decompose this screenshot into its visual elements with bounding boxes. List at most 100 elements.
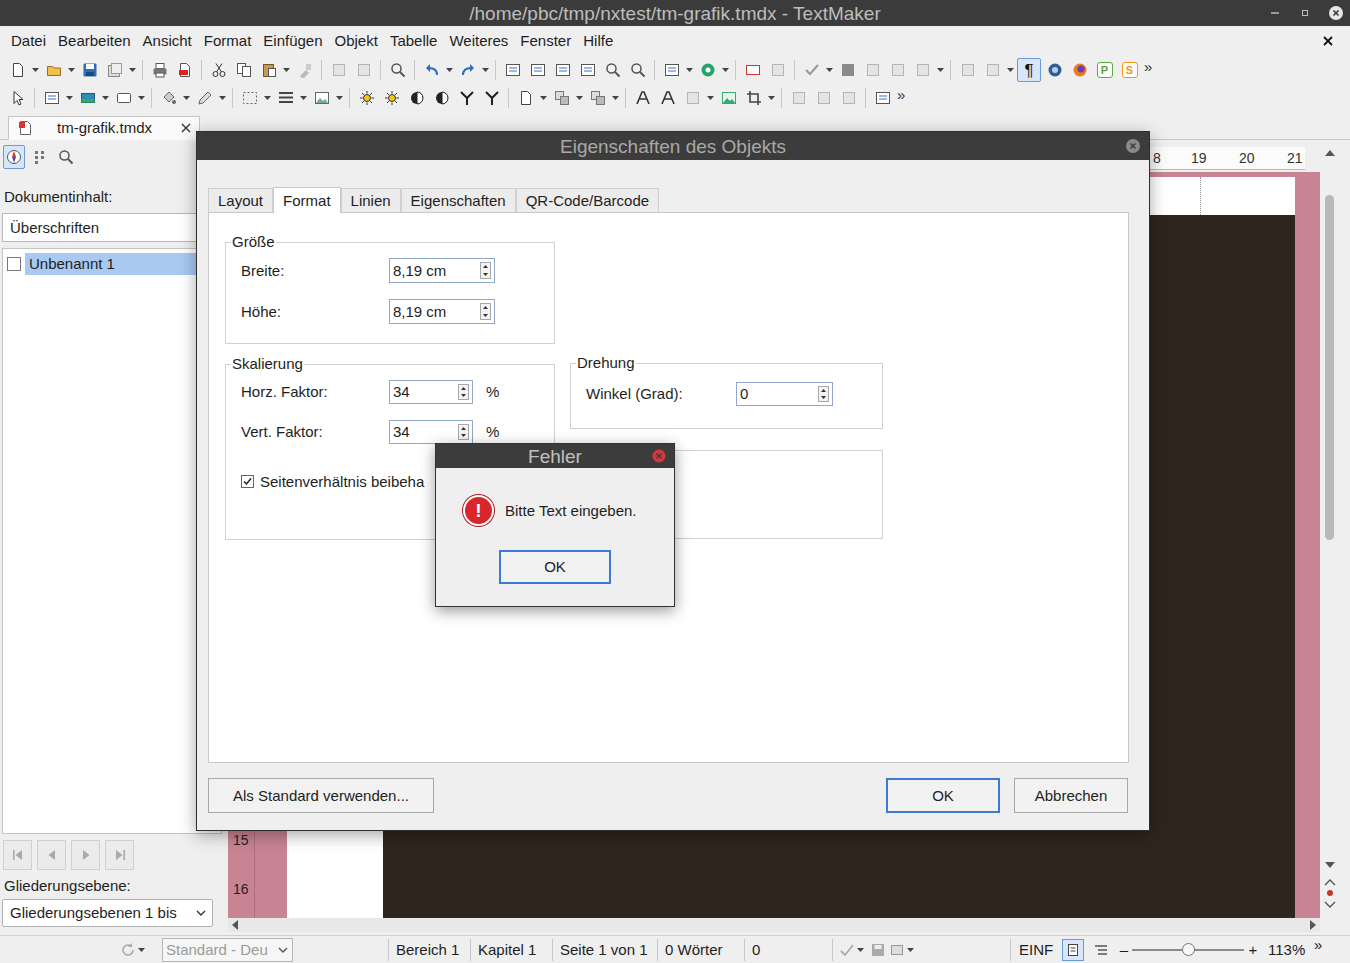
toolbar-button[interactable] — [77, 58, 102, 82]
toolbar-button[interactable] — [799, 58, 824, 82]
toolbar-button[interactable] — [39, 86, 64, 110]
dialog-tab[interactable]: QR-Code/Barcode — [516, 188, 659, 212]
toolbar-button[interactable] — [870, 86, 895, 110]
outline-level-dropdown[interactable]: Gliederungsebenen 1 bis — [2, 899, 213, 927]
toolbar-button[interactable] — [625, 58, 650, 82]
menu-item[interactable]: Tabelle — [390, 31, 438, 51]
spin-buttons[interactable] — [818, 386, 829, 402]
dialog-button[interactable]: Abbrechen — [1014, 778, 1128, 813]
vertical-scrollbar[interactable] — [1320, 140, 1340, 935]
toolbar-button[interactable] — [680, 86, 705, 110]
toolbar-button[interactable] — [326, 58, 351, 82]
insert-mode[interactable]: EINF — [1010, 939, 1062, 961]
scroll-down-icon[interactable] — [1325, 862, 1335, 868]
toolbar-button[interactable] — [147, 58, 172, 82]
menu-item[interactable]: Fenster — [520, 31, 571, 51]
navigation-button[interactable] — [71, 840, 100, 870]
toolbar-button[interactable] — [292, 58, 317, 82]
toolbar-button[interactable] — [910, 58, 935, 82]
toolbar-button[interactable] — [740, 58, 765, 82]
toolbar-button[interactable] — [419, 58, 444, 82]
error-close-button[interactable] — [652, 449, 666, 463]
toolbar-button[interactable] — [500, 58, 525, 82]
toolbar-button[interactable] — [351, 58, 376, 82]
toolbar-button[interactable] — [811, 86, 836, 110]
spin-buttons[interactable] — [458, 424, 469, 440]
maximize-icon[interactable] — [1298, 6, 1312, 20]
toolbar-button[interactable] — [206, 58, 231, 82]
document-tab[interactable]: tm-grafik.tmdx — [8, 116, 200, 140]
toolbar-button[interactable] — [525, 58, 550, 82]
toolbar-button[interactable] — [630, 86, 655, 110]
toolbar-button[interactable] — [172, 58, 197, 82]
zoom-value[interactable]: 113% — [1262, 941, 1314, 959]
toolbar-button[interactable] — [741, 86, 766, 110]
navigation-button[interactable] — [3, 840, 32, 870]
toolbar-overflow[interactable]: » — [1144, 59, 1152, 74]
toolbar-button[interactable] — [980, 58, 1005, 82]
dialog-tab[interactable]: Eigenschaften — [401, 188, 516, 212]
toolbar-button[interactable] — [659, 58, 684, 82]
toolbar-button[interactable] — [75, 86, 100, 110]
dialog-button[interactable]: OK — [886, 778, 1000, 813]
menu-item[interactable]: Weiteres — [449, 31, 508, 51]
navigation-button[interactable] — [105, 840, 134, 870]
toolbar-button[interactable]: S — [1117, 58, 1142, 82]
close-document-icon[interactable] — [1322, 35, 1334, 47]
dialog-tab[interactable]: Linien — [341, 188, 401, 212]
sidebar-tab[interactable] — [3, 145, 25, 169]
toolbar-button[interactable] — [575, 58, 600, 82]
menu-item[interactable]: Hilfe — [583, 31, 613, 51]
toolbar-button[interactable] — [836, 86, 861, 110]
toolbar-button[interactable] — [5, 58, 30, 82]
toolbar-button[interactable] — [479, 86, 504, 110]
menu-item[interactable]: Format — [204, 31, 252, 51]
toolbar-button[interactable] — [600, 58, 625, 82]
toolbar-button[interactable] — [385, 58, 410, 82]
toolbar-button[interactable] — [550, 58, 575, 82]
menu-item[interactable]: Objekt — [335, 31, 378, 51]
zoom-slider-thumb[interactable] — [1182, 943, 1195, 956]
page-view-button[interactable] — [1062, 939, 1084, 961]
spin-field[interactable]: 0 — [736, 382, 833, 406]
sidebar-tab[interactable] — [29, 145, 51, 169]
minimize-icon[interactable] — [1268, 6, 1282, 20]
scroll-thumb[interactable] — [1325, 195, 1334, 540]
toolbar-button[interactable] — [513, 86, 538, 110]
toolbar-button[interactable] — [455, 58, 480, 82]
outline-view-button[interactable] — [1090, 939, 1112, 961]
toolbar-button[interactable] — [156, 86, 181, 110]
zoom-slider[interactable] — [1132, 949, 1244, 951]
toolbar-button[interactable] — [379, 86, 404, 110]
dialog-tab[interactable]: Layout — [208, 188, 273, 212]
item-checkbox[interactable] — [7, 257, 21, 271]
toolbar-button[interactable] — [695, 58, 720, 82]
toolbar-overflow[interactable]: » — [897, 87, 905, 102]
toolbar-button[interactable] — [1067, 58, 1092, 82]
spin-field[interactable]: 8,19 cm — [389, 258, 495, 283]
spin-field[interactable]: 8,19 cm — [389, 299, 495, 324]
toolbar-button[interactable] — [955, 58, 980, 82]
ok-button[interactable]: OK — [499, 550, 611, 584]
toolbar-button[interactable] — [835, 58, 860, 82]
content-list-item[interactable]: Unbenannt 1 — [3, 253, 221, 275]
language-dropdown[interactable]: Standard - Deu — [162, 938, 293, 962]
menu-item[interactable]: Datei — [11, 31, 46, 51]
horizontal-scrollbar[interactable] — [228, 918, 1320, 932]
toolbar-button[interactable] — [354, 86, 379, 110]
sidebar-tab[interactable] — [55, 145, 77, 169]
menu-item[interactable]: Einfügen — [263, 31, 322, 51]
toolbar-button[interactable] — [429, 86, 454, 110]
toolbar-button[interactable] — [237, 86, 262, 110]
toolbar-button[interactable] — [765, 58, 790, 82]
sync-button[interactable] — [120, 938, 152, 962]
toolbar-button[interactable] — [5, 86, 30, 110]
zoom-in-button[interactable]: + — [1244, 941, 1262, 959]
toolbar-button[interactable] — [860, 58, 885, 82]
status-overflow[interactable]: » — [1314, 937, 1322, 952]
scroll-up-icon[interactable] — [1325, 150, 1335, 156]
content-filter-dropdown[interactable]: Überschriften — [2, 213, 222, 242]
toolbar-button[interactable] — [273, 86, 298, 110]
navigation-button[interactable] — [37, 840, 66, 870]
toolbar-button[interactable] — [786, 86, 811, 110]
